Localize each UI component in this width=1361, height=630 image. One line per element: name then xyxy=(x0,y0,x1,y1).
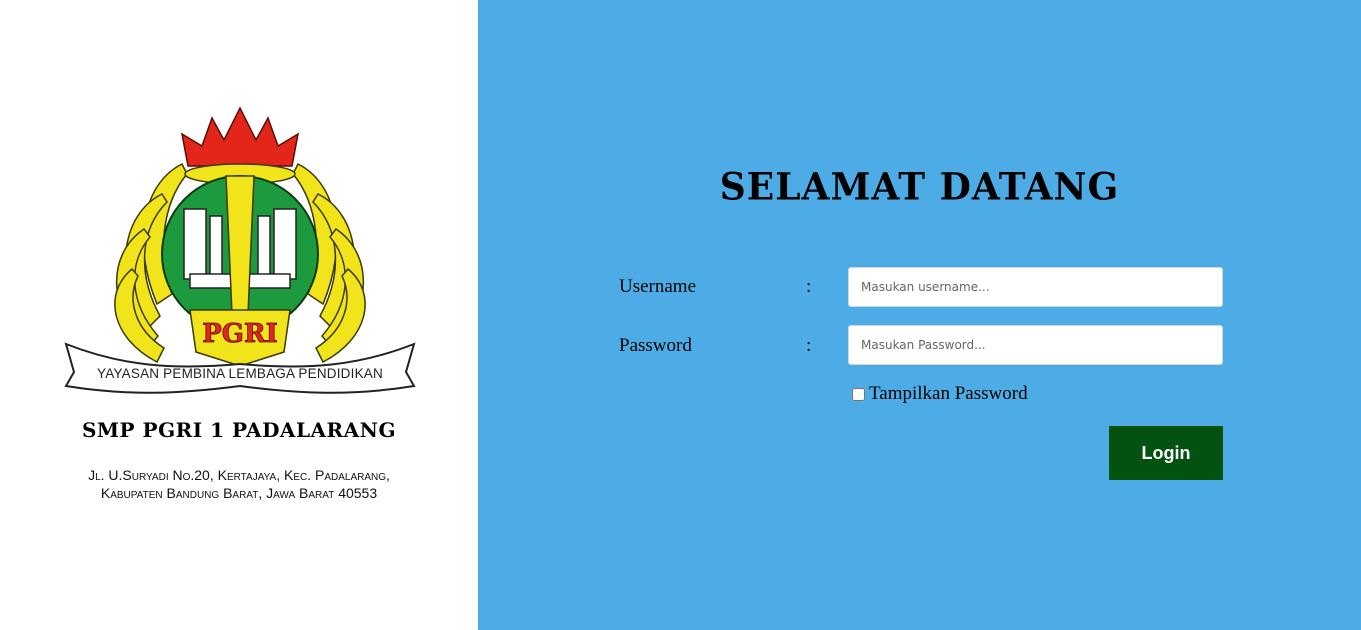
show-password-checkbox[interactable] xyxy=(852,387,865,401)
school-address: Jl. U.Suryadi No.20, Kertajaya, Kec. Pad… xyxy=(0,466,478,502)
username-label: Username xyxy=(619,276,697,297)
welcome-title: SELAMAT DATANG xyxy=(719,164,1120,210)
address-line-2: Kabupaten Bandung Barat, Jawa Barat 4055… xyxy=(100,485,378,501)
login-button[interactable]: Login xyxy=(1109,426,1223,480)
login-panel: SELAMAT DATANG Username : Password : Tam… xyxy=(478,0,1361,630)
school-name: SMP PGRI 1 PADALARANG xyxy=(81,418,397,442)
username-colon: : xyxy=(806,276,812,297)
logo-badge-text: PGRI xyxy=(202,319,278,349)
password-label: Password xyxy=(619,335,692,356)
address-line-1: Jl. U.Suryadi No.20, Kertajaya, Kec. Pad… xyxy=(88,467,390,483)
password-input[interactable] xyxy=(848,325,1223,365)
school-info-panel: PGRI YAYASAN PEMBINA LEMBAGA PENDIDIKAN … xyxy=(0,0,478,630)
logo-ribbon-text: YAYASAN PEMBINA LEMBAGA PENDIDIKAN xyxy=(97,366,383,381)
show-password-label: Tampilkan Password xyxy=(869,383,1028,404)
show-password-toggle[interactable]: Tampilkan Password xyxy=(852,383,1028,405)
password-colon: : xyxy=(806,335,812,356)
pgri-logo-icon: PGRI YAYASAN PEMBINA LEMBAGA PENDIDIKAN xyxy=(64,106,416,394)
login-page: PGRI YAYASAN PEMBINA LEMBAGA PENDIDIKAN … xyxy=(0,0,1361,630)
username-input[interactable] xyxy=(848,267,1223,307)
